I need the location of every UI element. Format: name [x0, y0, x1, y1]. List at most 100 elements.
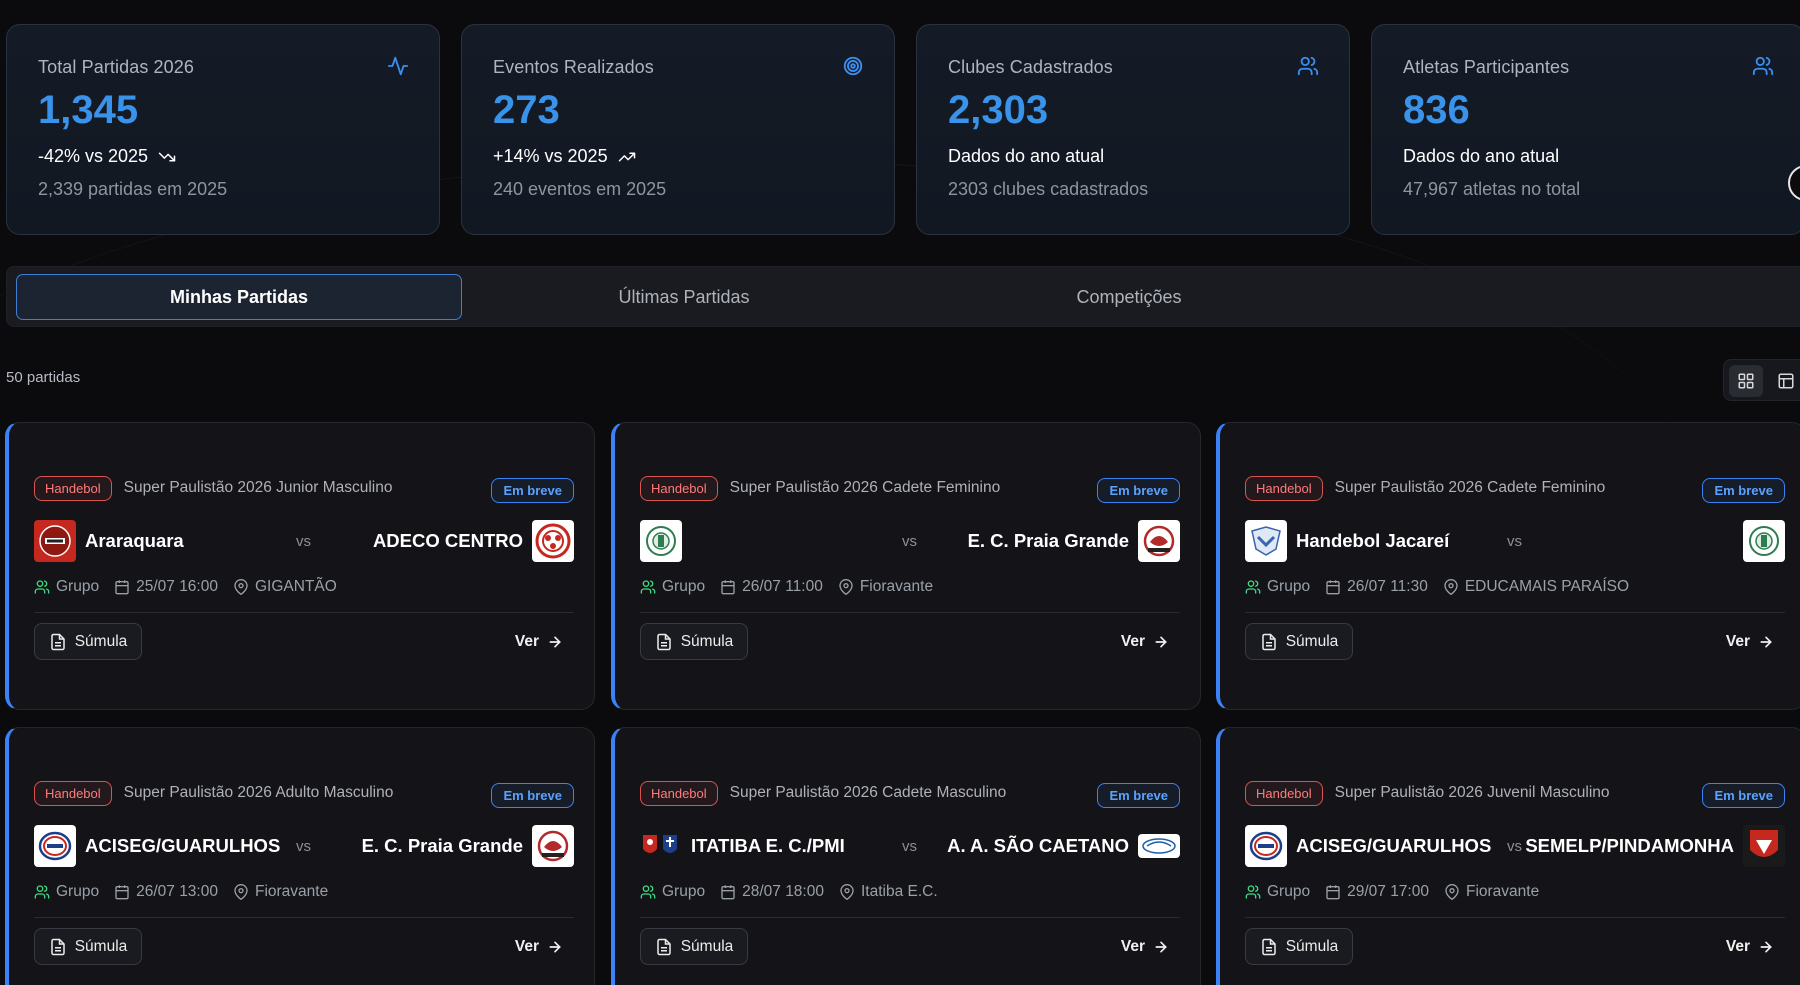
match-card[interactable]: Handebol Super Paulistão 2026 Cadete Fem…: [611, 422, 1201, 710]
teams-row: vs E. C. Praia Grande: [640, 520, 1180, 562]
match-header: Handebol Super Paulistão 2026 Cadete Mas…: [640, 779, 1180, 808]
view-match-link[interactable]: Ver: [515, 938, 563, 956]
sumula-button[interactable]: Súmula: [1245, 623, 1353, 660]
teams-row: ITATIBA E. C./PMI vs A. A. SÃO CAETANO: [640, 825, 1180, 867]
venue-name: Itatiba E.C.: [860, 883, 938, 900]
stat-value: 836: [1403, 88, 1470, 132]
match-card[interactable]: Handebol Super Paulistão 2026 Cadete Fem…: [1216, 422, 1800, 710]
home-team-logo: [34, 825, 76, 867]
view-match-link[interactable]: Ver: [1121, 938, 1169, 956]
date-info: 26/07 11:30: [1325, 578, 1428, 596]
competition-name: Super Paulistão 2026 Junior Masculino: [123, 479, 393, 496]
document-icon: [50, 938, 65, 955]
sport-badge: Handebol: [34, 475, 112, 501]
sumula-label: Súmula: [1285, 632, 1339, 650]
table-view-button[interactable]: [1769, 365, 1800, 397]
grid-view-button[interactable]: [1729, 365, 1763, 397]
stat-card-clubes: Clubes Cadastrados 2,303 Dados do ano at…: [916, 24, 1350, 235]
status-badge: Em breve: [491, 478, 574, 503]
view-match-link[interactable]: Ver: [1726, 938, 1774, 956]
match-meta: Grupo 26/07 13:00 Fioravante: [34, 881, 343, 903]
match-header: Handebol Super Paulistão 2026 Adulto Mas…: [34, 779, 574, 808]
ver-label: Ver: [514, 938, 539, 955]
arrow-right-icon: [1760, 636, 1772, 648]
calendar-icon: [721, 885, 735, 900]
venue-name: GIGANTÃO: [254, 578, 337, 595]
tab-competicoes[interactable]: Competições: [906, 274, 1352, 320]
divider: [34, 917, 574, 918]
divider: [34, 612, 574, 613]
phase-info: Grupo: [34, 883, 99, 901]
ver-label: Ver: [1725, 633, 1750, 650]
teams-row: ACISEG/GUARULHOS vs SEMELP/PINDAMONHA: [1245, 825, 1785, 867]
stat-title: Eventos Realizados: [493, 57, 654, 77]
home-team-name: ACISEG/GUARULHOS: [1296, 835, 1492, 856]
stat-subtext: 2303 clubes cadastrados: [948, 179, 1149, 199]
match-meta: Grupo 29/07 17:00 Fioravante: [1245, 881, 1554, 903]
tab-minhas-partidas[interactable]: Minhas Partidas: [16, 274, 462, 320]
home-team-logo: [640, 825, 682, 867]
stat-title: Clubes Cadastrados: [948, 57, 1113, 77]
sumula-label: Súmula: [680, 937, 734, 955]
away-team-name: E. C. Praia Grande: [361, 835, 523, 856]
document-icon: [1261, 938, 1276, 955]
divider: [1245, 612, 1785, 613]
phase-info: Grupo: [1245, 578, 1310, 596]
arrow-right-icon: [1155, 636, 1167, 648]
vs-label: vs: [296, 533, 311, 550]
home-team-name: ACISEG/GUARULHOS: [85, 835, 281, 856]
phase-label: Grupo: [662, 883, 706, 900]
venue-name: EDUCAMAIS PARAÍSO: [1464, 578, 1630, 595]
sumula-button[interactable]: Súmula: [640, 928, 748, 965]
sumula-button[interactable]: Súmula: [640, 623, 748, 660]
venue-info: Fioravante: [838, 578, 933, 596]
sumula-label: Súmula: [680, 632, 734, 650]
users-icon: [1752, 56, 1774, 76]
floating-action-button[interactable]: [1788, 165, 1800, 201]
match-count: 50 partidas: [6, 369, 81, 386]
sumula-button[interactable]: Súmula: [34, 928, 142, 965]
match-card[interactable]: Handebol Super Paulistão 2026 Juvenil Ma…: [1216, 727, 1800, 985]
teams-row: Handebol Jacareí vs: [1245, 520, 1785, 562]
match-meta: Grupo 26/07 11:00 Fioravante: [640, 576, 948, 598]
view-match-link[interactable]: Ver: [1726, 633, 1774, 651]
competition-name: Super Paulistão 2026 Cadete Masculino: [729, 784, 1007, 801]
users-icon: [34, 885, 50, 899]
sumula-button[interactable]: Súmula: [1245, 928, 1353, 965]
tab-ultimas-partidas[interactable]: Últimas Partidas: [461, 274, 907, 320]
phase-info: Grupo: [34, 578, 99, 596]
vs-label: vs: [1507, 533, 1522, 550]
match-datetime: 28/07 18:00: [742, 883, 824, 900]
calendar-icon: [1326, 885, 1340, 900]
trending-down-icon: [158, 152, 176, 161]
match-meta: Grupo 25/07 16:00 GIGANTÃO: [34, 576, 352, 598]
sumula-label: Súmula: [74, 937, 128, 955]
home-team-logo: [640, 520, 682, 562]
stat-card-eventos: Eventos Realizados 273 +14% vs 2025 240 …: [461, 24, 895, 235]
users-icon: [640, 580, 656, 594]
status-badge: Em breve: [1097, 478, 1180, 503]
stat-card-atletas: Atletas Participantes 836 Dados do ano a…: [1371, 24, 1800, 235]
sport-badge: Handebol: [34, 780, 112, 806]
home-team-logo: [34, 520, 76, 562]
phase-label: Grupo: [56, 578, 100, 595]
status-badge: Em breve: [1702, 478, 1785, 503]
stat-trend: Dados do ano atual: [948, 146, 1319, 167]
competition-name: Super Paulistão 2026 Juvenil Masculino: [1334, 784, 1610, 801]
map-pin-icon: [839, 579, 853, 595]
calendar-icon: [721, 580, 735, 595]
sumula-button[interactable]: Súmula: [34, 623, 142, 660]
view-match-link[interactable]: Ver: [1121, 633, 1169, 651]
status-badge: Em breve: [1097, 783, 1180, 808]
document-icon: [656, 938, 671, 955]
match-card[interactable]: Handebol Super Paulistão 2026 Cadete Mas…: [611, 727, 1201, 985]
match-card[interactable]: Handebol Super Paulistão 2026 Adulto Mas…: [5, 727, 595, 985]
view-toggle: [1723, 359, 1800, 401]
match-card[interactable]: Handebol Super Paulistão 2026 Junior Mas…: [5, 422, 595, 710]
phase-info: Grupo: [640, 578, 705, 596]
stat-subtext: 2,339 partidas em 2025: [38, 179, 228, 199]
view-match-link[interactable]: Ver: [515, 633, 563, 651]
stat-trend: Dados do ano atual: [1403, 146, 1774, 167]
stat-trend: +14% vs 2025: [493, 146, 864, 167]
calendar-icon: [1326, 580, 1340, 595]
